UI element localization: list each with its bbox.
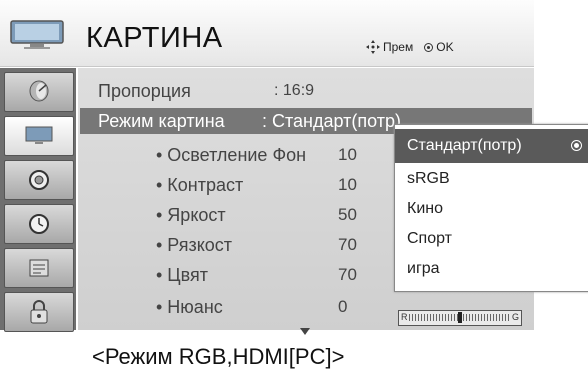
menu-sidebar (0, 68, 76, 332)
tint-slider-thumb[interactable] (458, 312, 462, 323)
picture-mode-label: Режим картина (98, 110, 225, 131)
tv-screen-icon (25, 126, 53, 144)
brightness-value: 50 (338, 205, 357, 224)
speaker-icon (29, 170, 49, 190)
sharpness-value: 70 (338, 235, 357, 254)
ok-hint-label: OK (436, 40, 454, 54)
picture-mode-dropdown: Стандарт(потр) sRGB Кино Спорт игра (394, 124, 588, 292)
color-label: • Цвят (156, 264, 208, 285)
navigation-hint: Прем OK (366, 40, 454, 54)
dropdown-option-game[interactable]: игра (395, 253, 588, 285)
clock-icon (29, 214, 49, 234)
satellite-dish-icon (29, 80, 49, 102)
tint-red-label: R (401, 312, 408, 322)
move-arrows-icon (366, 40, 380, 54)
dropdown-option-cinema[interactable]: Кино (395, 193, 588, 225)
menu-title: КАРТИНА (86, 22, 223, 54)
selected-radio-icon (571, 140, 582, 151)
brightness-label: • Яркост (156, 204, 226, 225)
tint-slider[interactable]: R G (398, 310, 522, 326)
menu-row-aspect-ratio[interactable]: Пропорция : 16:9 (78, 78, 534, 104)
tv-icon (10, 20, 64, 49)
sharpness-label: • Рязкост (156, 234, 233, 255)
dropdown-option-label: Спорт (407, 230, 452, 247)
aspect-ratio-label: Пропорция (98, 80, 191, 101)
sidebar-item-picture[interactable] (4, 116, 74, 156)
backlight-label: • Осветление Фон (156, 144, 307, 165)
dropdown-option-standard-user[interactable]: Стандарт(потр) (395, 129, 588, 163)
backlight-value: 10 (338, 145, 357, 164)
move-hint-label: Прем (383, 40, 414, 54)
lock-icon (30, 300, 48, 324)
dropdown-option-label: Стандарт(потр) (407, 137, 522, 154)
menu-header: КАРТИНА Прем OK (0, 0, 534, 67)
tint-green-label: G (511, 312, 519, 322)
dropdown-option-sport[interactable]: Спорт (395, 223, 588, 255)
tint-label: • Нюанс (156, 296, 223, 317)
contrast-value: 10 (338, 175, 357, 194)
options-panel-icon (29, 259, 49, 277)
tint-value: 0 (338, 297, 348, 316)
aspect-ratio-value: : 16:9 (274, 82, 315, 99)
sidebar-item-audio[interactable] (4, 160, 74, 200)
dropdown-option-label: Кино (407, 200, 443, 217)
picture-mode-value: : Стандарт(потр) (262, 110, 401, 131)
scroll-down-arrow-icon[interactable] (300, 328, 310, 335)
color-value: 70 (338, 265, 357, 284)
dropdown-option-label: игра (407, 260, 440, 277)
dropdown-option-srgb[interactable]: sRGB (395, 163, 588, 195)
contrast-label: • Контраст (156, 174, 244, 195)
input-mode-caption: <Режим RGB,HDMI[PC]> (92, 344, 345, 369)
sidebar-item-time[interactable] (4, 204, 74, 244)
sidebar-item-setup[interactable] (4, 72, 74, 112)
sidebar-item-options[interactable] (4, 248, 74, 288)
sidebar-item-lock[interactable] (4, 292, 74, 332)
dropdown-option-label: sRGB (407, 170, 450, 187)
ok-button-icon (424, 42, 434, 52)
